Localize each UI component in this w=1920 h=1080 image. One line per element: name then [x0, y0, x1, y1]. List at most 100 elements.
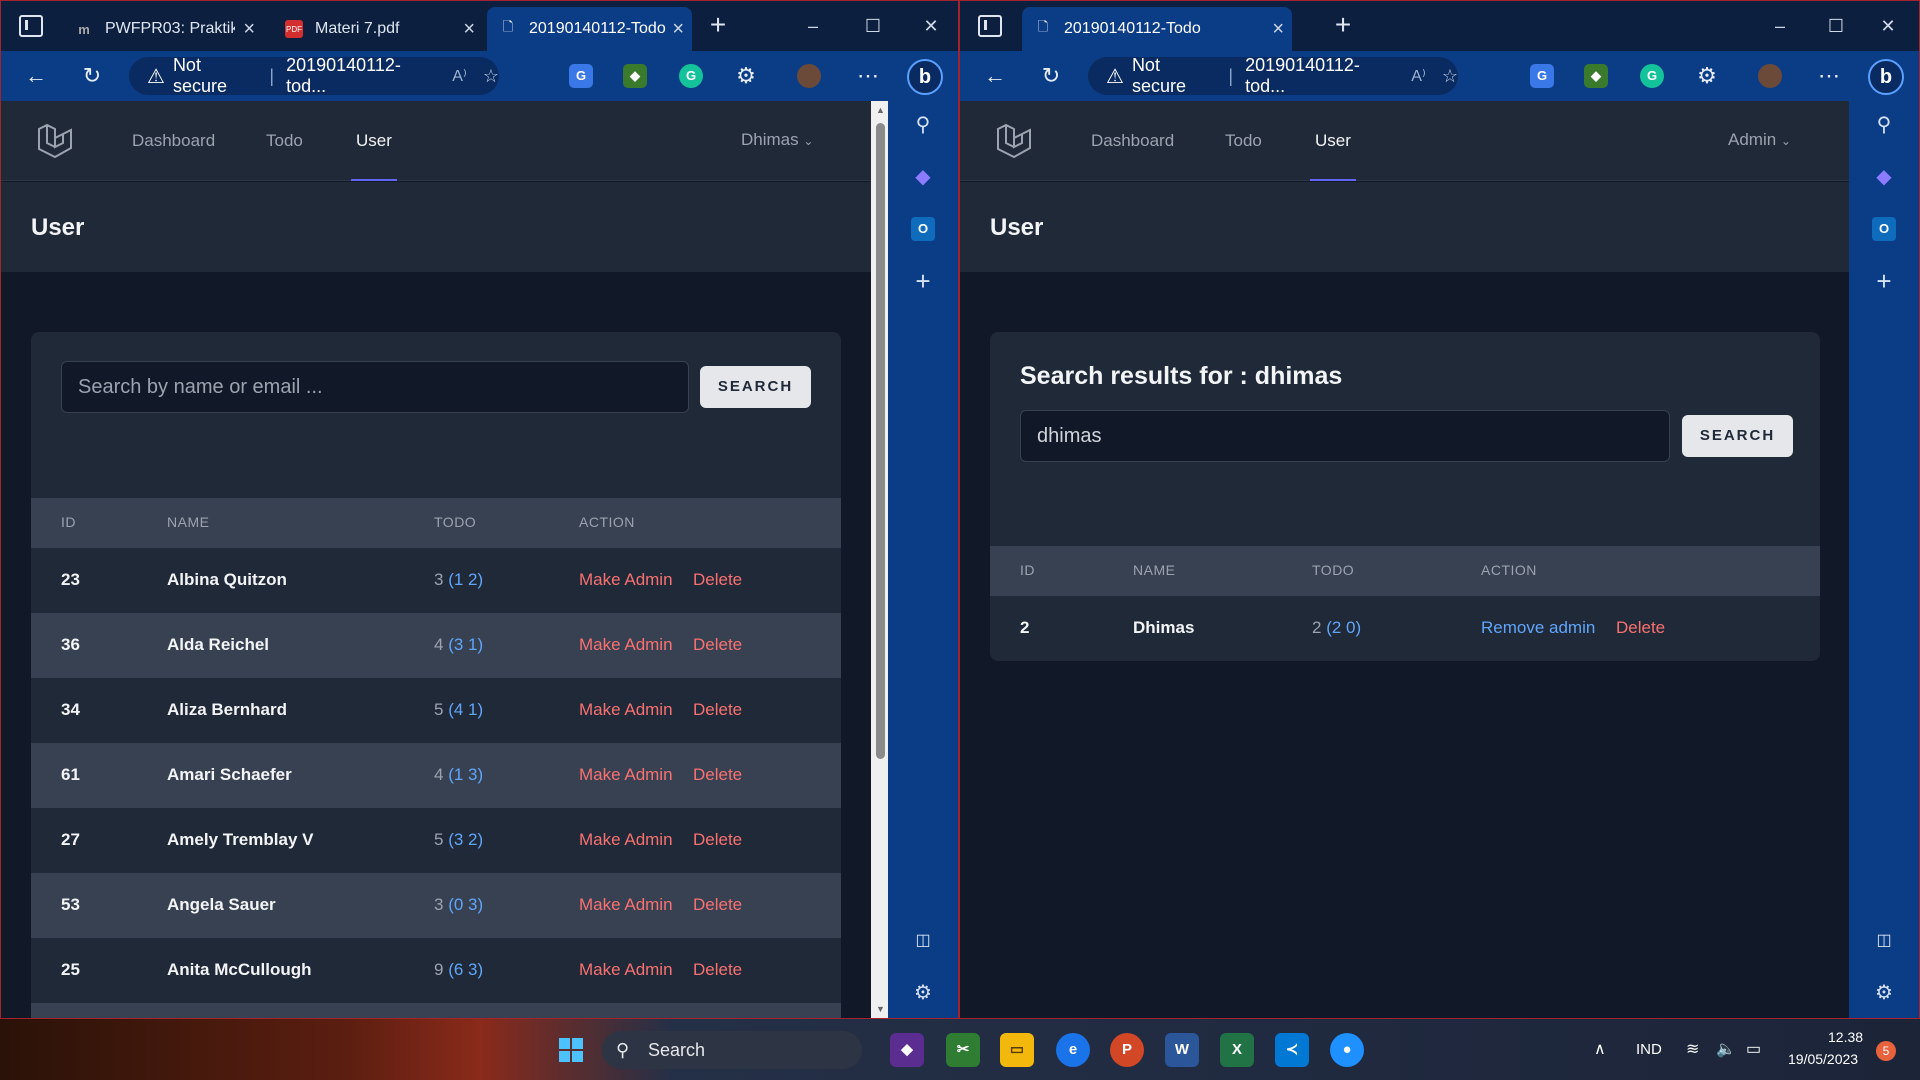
outlook-icon[interactable]: O [1872, 217, 1896, 241]
make-admin-link[interactable]: Make Admin [579, 830, 673, 850]
delete-link[interactable]: Delete [693, 570, 742, 590]
copilot-icon[interactable]: ◆ [911, 165, 935, 189]
wifi-icon[interactable]: ≋ [1686, 1039, 1699, 1059]
settings-gear-icon[interactable]: ⚙ [911, 981, 935, 1005]
nav-user[interactable]: User [1315, 131, 1351, 151]
settings-gear-icon[interactable]: ⚙ [1872, 981, 1896, 1005]
edge-browser-icon[interactable]: e [1056, 1033, 1090, 1067]
make-admin-link[interactable]: Make Admin [579, 895, 673, 915]
search-input[interactable]: Search by name or email ... [61, 361, 689, 413]
grammarly-icon[interactable]: G [679, 64, 703, 88]
close-window-button[interactable]: ✕ [1868, 9, 1908, 43]
word-icon[interactable]: W [1165, 1033, 1199, 1067]
refresh-icon[interactable]: ↻ [77, 61, 107, 91]
clock-date[interactable]: 19/05/2023 [1788, 1051, 1858, 1067]
more-menu-icon[interactable]: ⋯ [853, 61, 883, 91]
delete-link[interactable]: Delete [693, 960, 742, 980]
search-button[interactable]: SEARCH [700, 366, 811, 408]
extensions-puzzle-icon[interactable]: ⚙ [1692, 61, 1722, 91]
new-tab-button[interactable]: + [1328, 11, 1358, 41]
delete-link[interactable]: Delete [693, 765, 742, 785]
nav-dashboard[interactable]: Dashboard [132, 131, 215, 151]
close-window-button[interactable]: ✕ [911, 9, 951, 43]
make-admin-link[interactable]: Make Admin [579, 635, 673, 655]
sidebar-toggle-icon[interactable]: ◫ [1872, 929, 1896, 953]
make-admin-link[interactable]: Make Admin [579, 765, 673, 785]
make-admin-link[interactable]: Make Admin [579, 570, 673, 590]
address-bar[interactable]: ⚠ Not secure | 20190140112-tod... A⁾ ☆ [1088, 55, 1458, 96]
back-arrow-icon[interactable]: ← [21, 61, 51, 91]
visual-studio-icon[interactable]: ◆ [890, 1033, 924, 1067]
tab-todo[interactable]: 🗋 20190140112-Todo × [1022, 7, 1292, 51]
profile-avatar[interactable] [1758, 64, 1782, 88]
outlook-icon[interactable]: O [911, 217, 935, 241]
battery-icon[interactable]: ▭ [1746, 1039, 1761, 1059]
more-menu-icon[interactable]: ⋯ [1814, 61, 1844, 91]
read-aloud-icon[interactable]: A⁾ [452, 66, 467, 86]
volume-icon[interactable]: 🔈 [1716, 1039, 1736, 1059]
maximize-button[interactable]: ☐ [1816, 9, 1856, 43]
make-admin-link[interactable]: Make Admin [579, 960, 673, 980]
refresh-icon[interactable]: ↻ [1036, 61, 1066, 91]
delete-link[interactable]: Delete [693, 895, 742, 915]
translate-icon[interactable]: G [1530, 64, 1554, 88]
notification-badge[interactable]: 5 [1876, 1041, 1896, 1061]
tab-actions-icon[interactable] [19, 15, 43, 37]
make-admin-link[interactable]: Make Admin [579, 700, 673, 720]
delete-link[interactable]: Delete [693, 700, 742, 720]
copilot-icon[interactable]: ◆ [1872, 165, 1896, 189]
language-indicator[interactable]: IND [1636, 1041, 1662, 1058]
read-aloud-icon[interactable]: A⁾ [1411, 66, 1426, 86]
search-button[interactable]: SEARCH [1682, 415, 1793, 457]
grammarly-icon[interactable]: G [1640, 64, 1664, 88]
delete-link[interactable]: Delete [1616, 618, 1665, 638]
minimize-button[interactable]: – [793, 9, 833, 43]
remove-admin-link[interactable]: Remove admin [1481, 618, 1595, 638]
close-tab-icon[interactable]: × [243, 18, 255, 41]
scroll-up-arrow-icon[interactable]: ▲ [875, 105, 886, 115]
add-icon[interactable]: + [911, 268, 935, 294]
scrollbar-thumb[interactable] [876, 123, 885, 759]
back-arrow-icon[interactable]: ← [980, 61, 1010, 91]
profile-avatar[interactable] [797, 64, 821, 88]
clock-time[interactable]: 12.38 [1828, 1029, 1863, 1045]
nav-dashboard[interactable]: Dashboard [1091, 131, 1174, 151]
nav-user[interactable]: User [356, 131, 392, 151]
user-dropdown[interactable]: Admin ⌄ [1728, 130, 1791, 150]
bing-icon[interactable]: b [1868, 59, 1904, 95]
laravel-logo-icon[interactable] [994, 121, 1034, 161]
favorite-add-icon[interactable]: ☆ [1442, 66, 1458, 87]
search-input[interactable]: dhimas [1020, 410, 1670, 462]
minimize-button[interactable]: – [1760, 9, 1800, 43]
close-tab-icon[interactable]: × [463, 18, 475, 41]
scroll-down-arrow-icon[interactable]: ▼ [875, 1004, 886, 1014]
chevron-up-icon[interactable]: ∧ [1594, 1039, 1606, 1059]
user-dropdown[interactable]: Dhimas ⌄ [741, 130, 813, 150]
close-tab-icon[interactable]: × [1272, 18, 1284, 41]
tab-actions-icon[interactable] [978, 15, 1002, 37]
tab-todo[interactable]: 🗋 20190140112-Todo × [487, 7, 692, 51]
translate-icon[interactable]: G [569, 64, 593, 88]
file-explorer-icon[interactable]: ▭ [1000, 1033, 1034, 1067]
address-bar[interactable]: ⚠ Not secure | 20190140112-tod... A⁾ ☆ [129, 55, 499, 96]
snipping-tool-icon[interactable]: ✂ [946, 1033, 980, 1067]
favorite-add-icon[interactable]: ☆ [483, 66, 499, 87]
search-icon[interactable]: ⚲ [911, 113, 935, 137]
sidebar-toggle-icon[interactable]: ◫ [911, 929, 935, 953]
delete-link[interactable]: Delete [693, 830, 742, 850]
taskbar-search[interactable]: ⚲ Search [602, 1031, 862, 1069]
powerpoint-icon[interactable]: P [1110, 1033, 1144, 1067]
laravel-logo-icon[interactable] [35, 121, 75, 161]
app-icon[interactable]: ● [1330, 1033, 1364, 1067]
excel-icon[interactable]: X [1220, 1033, 1254, 1067]
extension-icon[interactable]: ◆ [623, 64, 647, 88]
extensions-puzzle-icon[interactable]: ⚙ [731, 61, 761, 91]
extension-icon[interactable]: ◆ [1584, 64, 1608, 88]
tab-pwfpr03[interactable]: m PWFPR03: Praktikur × [63, 7, 263, 51]
bing-icon[interactable]: b [907, 59, 943, 95]
nav-todo[interactable]: Todo [1225, 131, 1262, 151]
add-icon[interactable]: + [1872, 268, 1896, 294]
vscode-icon[interactable]: ≺ [1275, 1033, 1309, 1067]
maximize-button[interactable]: ☐ [853, 9, 893, 43]
delete-link[interactable]: Delete [693, 635, 742, 655]
